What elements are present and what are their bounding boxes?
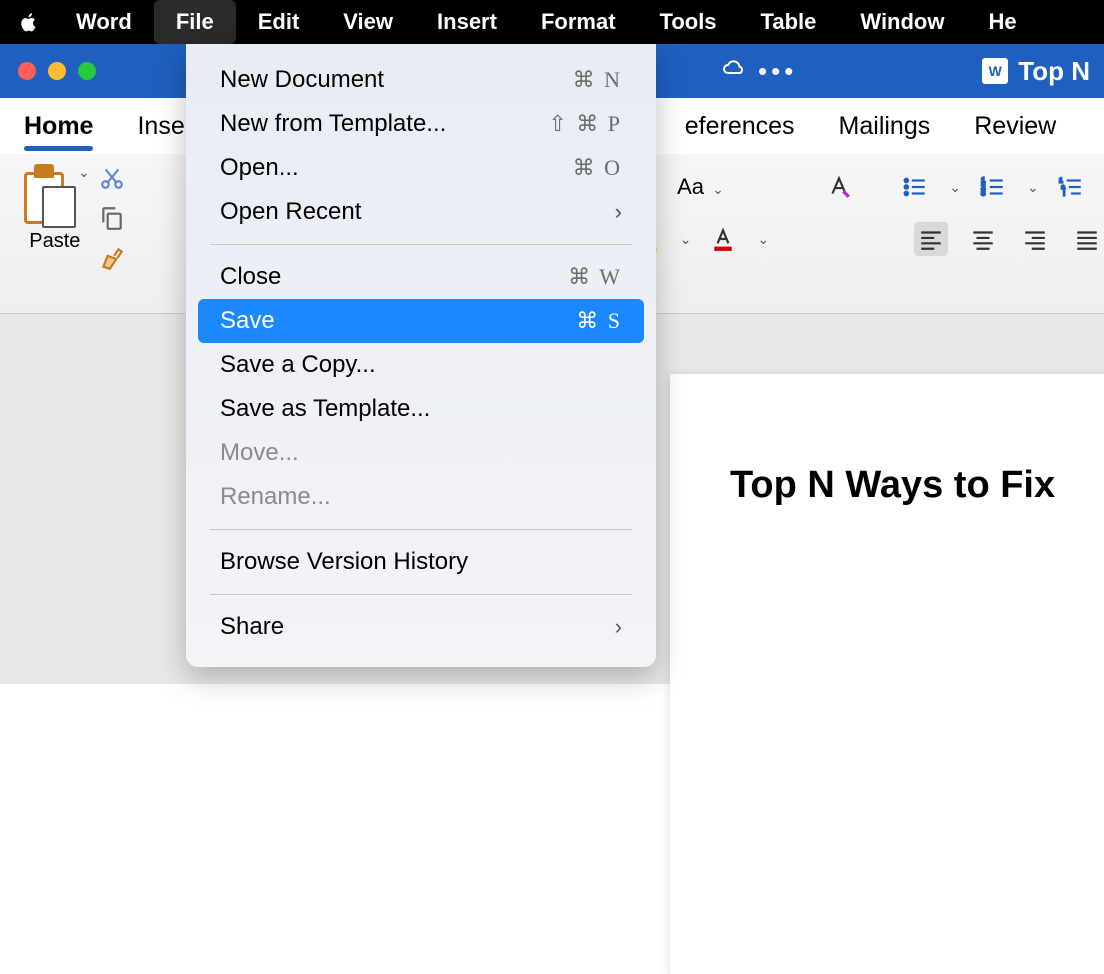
- document-heading: Top N Ways to Fix: [730, 464, 1104, 507]
- paste-dropdown-caret[interactable]: ⌄: [78, 164, 90, 181]
- menu-rename: Rename...: [198, 475, 644, 519]
- numbering-button[interactable]: 123: [979, 173, 1007, 201]
- clear-formatting-icon[interactable]: [825, 173, 853, 201]
- close-window-button[interactable]: [18, 62, 36, 80]
- font-group-clear: [825, 164, 853, 262]
- menubar-table[interactable]: Table: [739, 0, 839, 44]
- menu-move: Move...: [198, 431, 644, 475]
- chevron-right-icon: ›: [615, 614, 622, 640]
- align-left-button[interactable]: [914, 222, 948, 256]
- document-title: W Top N: [982, 56, 1090, 87]
- cut-icon[interactable]: [98, 164, 126, 192]
- tab-review[interactable]: Review: [974, 112, 1056, 141]
- menubar-edit[interactable]: Edit: [236, 0, 322, 44]
- chevron-right-icon: ›: [615, 199, 622, 225]
- menu-close[interactable]: Close⌘ W: [198, 255, 644, 299]
- paste-label: Paste: [29, 230, 80, 253]
- menu-separator: [210, 244, 632, 245]
- macos-menubar: Word File Edit View Insert Format Tools …: [0, 0, 1104, 44]
- svg-text:i: i: [1063, 191, 1064, 198]
- paragraph-group: ⌄ 123⌄ 1ai⌄: [901, 164, 1104, 262]
- file-menu-dropdown: New Document⌘ N New from Template...⇧ ⌘ …: [186, 44, 656, 667]
- menu-new-document[interactable]: New Document⌘ N: [198, 58, 644, 102]
- align-right-button[interactable]: [1018, 222, 1052, 256]
- menubar-tools[interactable]: Tools: [638, 0, 739, 44]
- zoom-window-button[interactable]: [78, 62, 96, 80]
- menubar-insert[interactable]: Insert: [415, 0, 519, 44]
- copy-icon[interactable]: [98, 204, 126, 232]
- menubar-window[interactable]: Window: [838, 0, 966, 44]
- menu-open[interactable]: Open...⌘ O: [198, 146, 644, 190]
- document-page[interactable]: Top N Ways to Fix: [670, 374, 1104, 974]
- minimize-window-button[interactable]: [48, 62, 66, 80]
- menu-share[interactable]: Share›: [198, 605, 644, 649]
- tab-mailings[interactable]: Mailings: [839, 112, 931, 141]
- menubar-file[interactable]: File: [154, 0, 236, 44]
- menubar-help[interactable]: He: [967, 0, 1039, 44]
- menu-separator: [210, 594, 632, 595]
- format-painter-icon[interactable]: [98, 244, 126, 272]
- tab-references[interactable]: eferences: [685, 112, 795, 141]
- menubar-format[interactable]: Format: [519, 0, 638, 44]
- menubar-view[interactable]: View: [321, 0, 415, 44]
- document-title-text: Top N: [1018, 56, 1090, 87]
- word-badge-icon: W: [982, 58, 1008, 84]
- svg-text:3: 3: [981, 189, 985, 198]
- bullets-button[interactable]: [901, 173, 929, 201]
- tab-insert[interactable]: Inse: [137, 112, 184, 141]
- multilevel-list-button[interactable]: 1ai: [1057, 173, 1085, 201]
- menu-open-recent[interactable]: Open Recent›: [198, 190, 644, 234]
- menu-new-from-template[interactable]: New from Template...⇧ ⌘ P: [198, 102, 644, 146]
- align-center-button[interactable]: [966, 222, 1000, 256]
- menu-browse-version-history[interactable]: Browse Version History: [198, 540, 644, 584]
- menu-save-a-copy[interactable]: Save a Copy...: [198, 343, 644, 387]
- window-controls: [18, 62, 96, 80]
- tab-home[interactable]: Home: [24, 112, 93, 141]
- cloud-sync-icon[interactable]: [722, 57, 746, 86]
- menubar-app-name[interactable]: Word: [76, 0, 154, 44]
- align-justify-button[interactable]: [1070, 222, 1104, 256]
- font-color-button[interactable]: [709, 225, 737, 253]
- menu-save[interactable]: Save⌘ S: [198, 299, 644, 343]
- menu-save-as-template[interactable]: Save as Template...: [198, 387, 644, 431]
- more-icon[interactable]: •••: [758, 56, 797, 87]
- menu-separator: [210, 529, 632, 530]
- apple-icon[interactable]: [18, 11, 40, 33]
- change-case-button[interactable]: Aa ⌄: [677, 174, 724, 200]
- clipboard-group: ⌄ Paste: [20, 164, 126, 272]
- paste-icon[interactable]: [20, 164, 76, 230]
